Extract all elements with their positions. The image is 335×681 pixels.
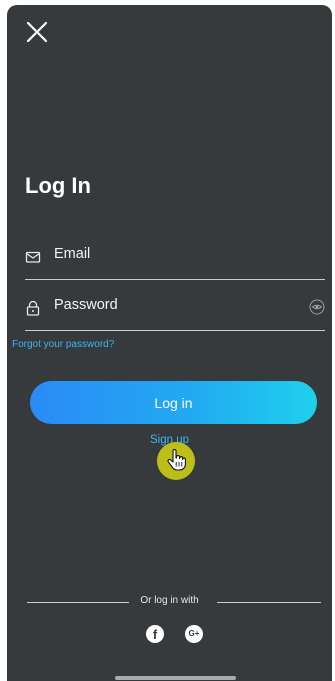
hand-pointer-icon <box>167 449 186 471</box>
divider-line-right <box>217 602 321 603</box>
password-field-label: Password <box>54 297 118 313</box>
email-field-label: Email <box>54 246 91 262</box>
login-screen: Log In Email Password Forgot your passwo… <box>7 5 332 681</box>
login-button[interactable]: Log in <box>30 381 317 424</box>
social-login-divider: Or log in with <box>7 595 332 609</box>
envelope-icon <box>25 251 41 263</box>
lock-icon <box>26 300 40 316</box>
google-plus-icon[interactable]: G+ <box>185 625 203 643</box>
page-title: Log In <box>25 173 91 198</box>
email-field[interactable]: Email <box>25 240 325 280</box>
eye-icon[interactable] <box>309 299 325 315</box>
forgot-password-link[interactable]: Forgot your password? <box>12 339 114 350</box>
close-icon[interactable] <box>25 20 49 44</box>
password-field[interactable]: Password <box>25 291 325 331</box>
home-indicator <box>115 676 236 680</box>
social-login-label: Or log in with <box>140 595 199 606</box>
facebook-icon[interactable]: f <box>146 625 164 643</box>
